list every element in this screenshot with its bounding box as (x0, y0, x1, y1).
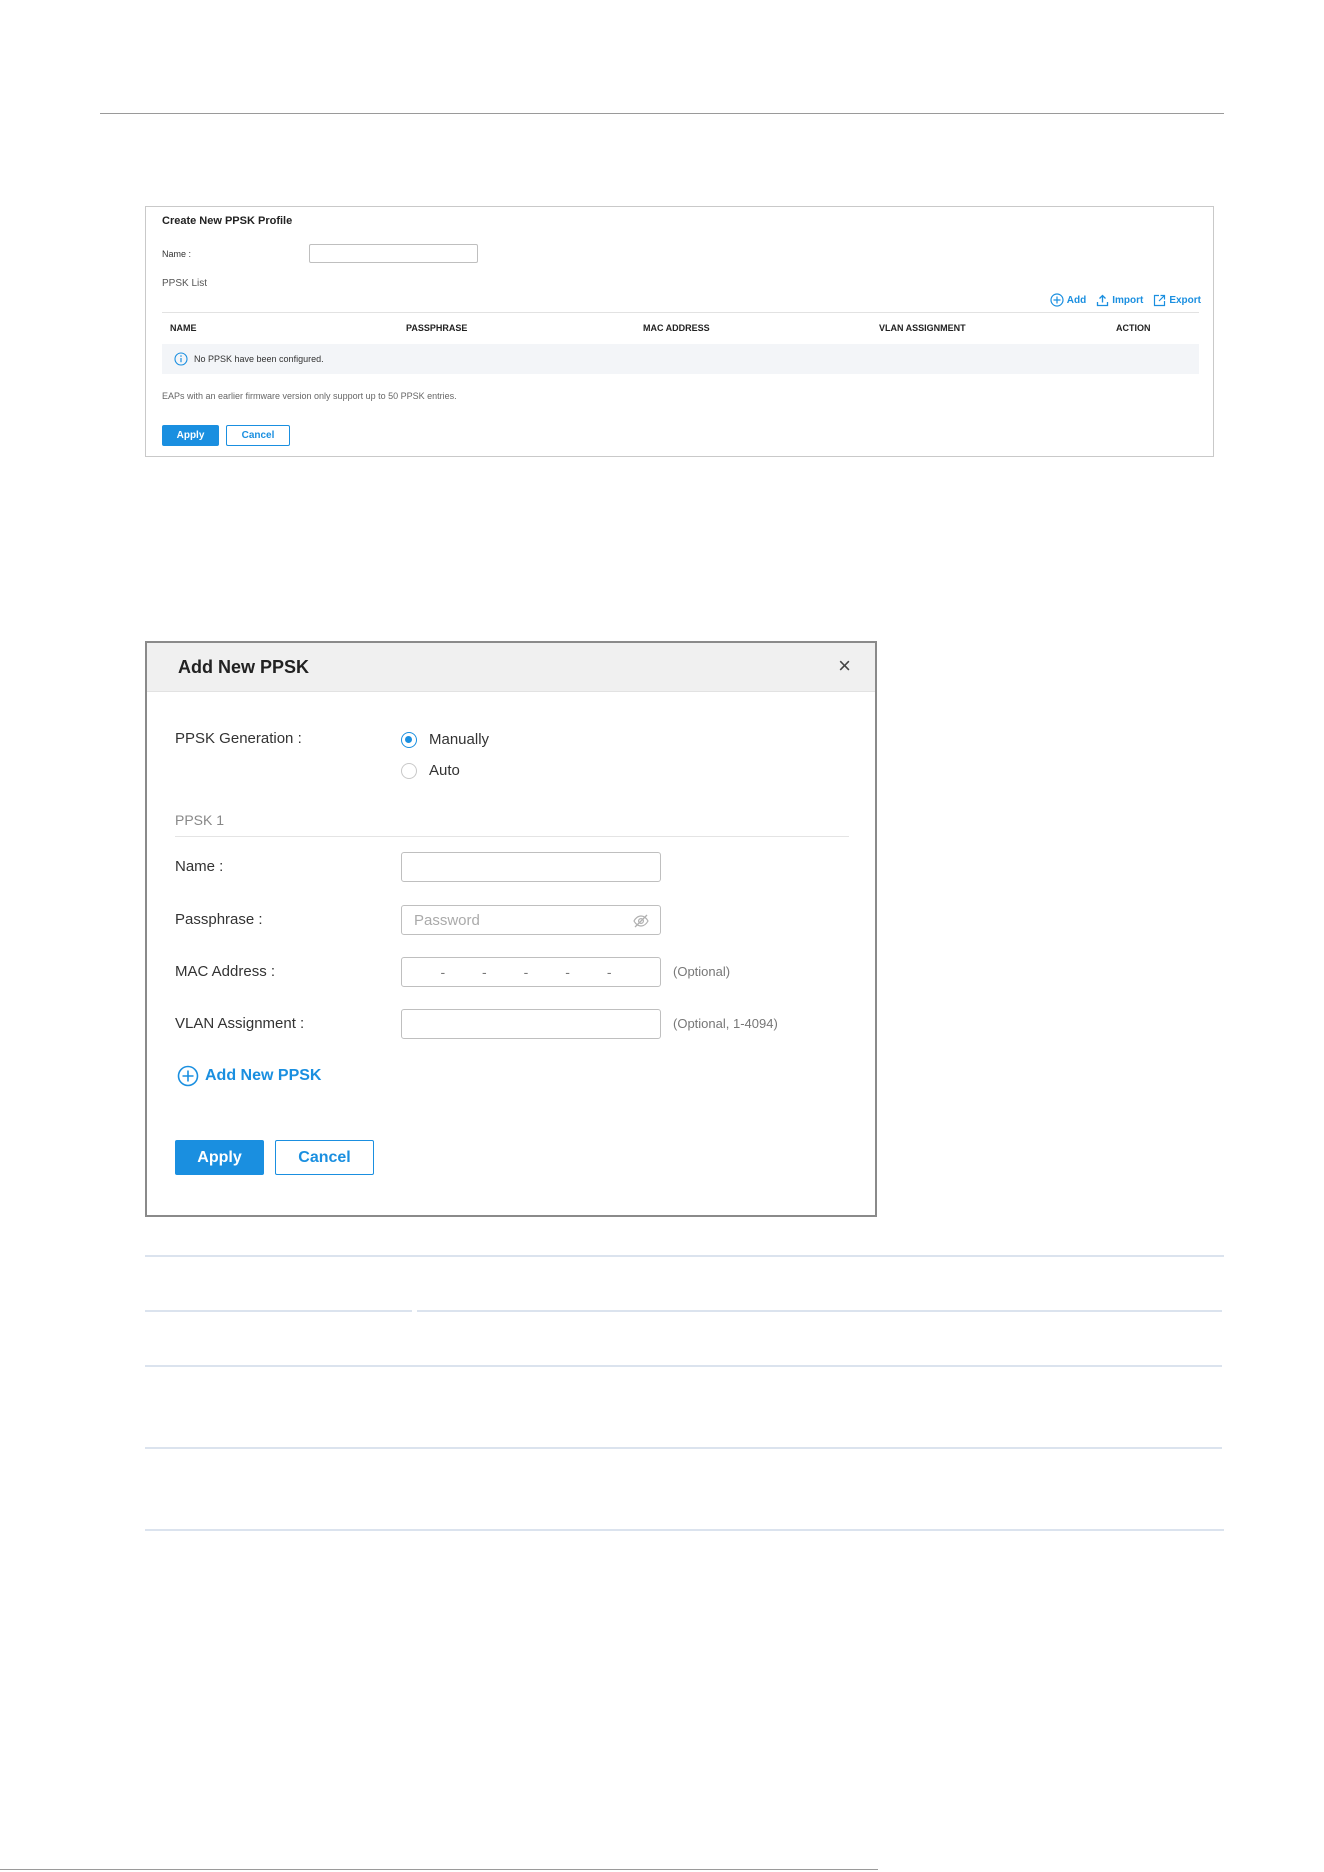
info-icon (174, 352, 188, 366)
table-rule (145, 1529, 1224, 1531)
mac-separator: - (606, 964, 612, 980)
column-header-name: NAME (170, 323, 197, 333)
table-rule (145, 1447, 1222, 1449)
mac-address-hint: (Optional) (673, 964, 731, 979)
mac-separator: - (565, 964, 570, 980)
radio-checked-icon (401, 731, 417, 748)
add-new-ppsk-link[interactable]: Add New PPSK (177, 1065, 321, 1087)
eye-off-icon[interactable] (632, 912, 650, 930)
table-rule (145, 1365, 1222, 1367)
section-divider (175, 836, 849, 837)
ppsk-generation-label: PPSK Generation : (175, 730, 302, 747)
vlan-assignment-input[interactable] (401, 1009, 661, 1039)
dialog-header: Add New PPSK × (147, 643, 875, 692)
add-new-ppsk-dialog: Add New PPSK × PPSK Generation : Manuall… (145, 641, 877, 1217)
ppsk-table-header: NAME PASSPHRASE MAC ADDRESS VLAN ASSIGNM… (162, 312, 1199, 340)
profile-name-label: Name : (162, 249, 192, 259)
column-header-vlan-assignment: VLAN ASSIGNMENT (879, 323, 966, 333)
table-rule (145, 1310, 412, 1312)
mac-separator: - (440, 964, 446, 980)
vlan-assignment-label: VLAN Assignment : (175, 1015, 305, 1032)
vlan-assignment-hint: (Optional, 1-4094) (673, 1016, 778, 1031)
ppsk-section-title: PPSK 1 (175, 812, 225, 828)
create-ppsk-profile-panel: Create New PPSK Profile Name : PPSK List… (145, 206, 1214, 457)
dialog-cancel-button[interactable]: Cancel (275, 1140, 374, 1175)
add-ppsk-button[interactable]: Add (1050, 293, 1086, 307)
add-circle-icon (1050, 293, 1064, 307)
passphrase-input[interactable]: Password (401, 905, 661, 935)
column-header-passphrase: PASSPHRASE (406, 323, 468, 333)
add-new-ppsk-label: Add New PPSK (205, 1067, 322, 1084)
add-label: Add (1066, 294, 1087, 306)
passphrase-label: Passphrase : (175, 911, 263, 928)
table-rule (145, 1255, 1224, 1257)
profile-name-input[interactable] (309, 244, 478, 263)
ppsk-name-label: Name : (175, 858, 224, 875)
bottom-rule (0, 1869, 878, 1870)
empty-table-row: No PPSK have been configured. (162, 344, 1199, 374)
radio-unchecked-icon (401, 762, 417, 779)
export-icon (1154, 294, 1166, 306)
passphrase-placeholder: Password (414, 911, 480, 929)
panel-title: Create New PPSK Profile (162, 215, 293, 227)
ppsk-list-actions: Add Import Export (1050, 293, 1201, 307)
top-rule (100, 113, 1224, 114)
export-label: Export (1169, 294, 1201, 306)
cancel-button[interactable]: Cancel (226, 425, 290, 446)
mac-address-label: MAC Address : (175, 963, 276, 980)
close-icon[interactable]: × (838, 655, 851, 677)
radio-manually[interactable]: Manually (401, 731, 489, 748)
dialog-title: Add New PPSK (178, 657, 310, 677)
mac-address-input[interactable]: - - - - - (401, 957, 661, 987)
column-header-action: ACTION (1116, 323, 1151, 333)
mac-separator: - (482, 964, 487, 980)
firmware-note: EAPs with an earlier firmware version on… (162, 391, 457, 401)
apply-button[interactable]: Apply (162, 425, 219, 446)
dialog-apply-button[interactable]: Apply (175, 1140, 264, 1175)
column-header-mac-address: MAC ADDRESS (643, 323, 710, 333)
add-circle-icon (177, 1065, 199, 1087)
ppsk-name-input[interactable] (401, 852, 661, 882)
empty-message: No PPSK have been configured. (194, 354, 324, 364)
table-rule (417, 1310, 1222, 1312)
radio-auto[interactable]: Auto (401, 762, 460, 779)
export-button[interactable]: Export (1153, 293, 1201, 307)
ppsk-list-label: PPSK List (162, 278, 208, 289)
upload-icon (1097, 294, 1109, 306)
import-button[interactable]: Import (1096, 293, 1143, 307)
import-label: Import (1112, 294, 1144, 306)
radio-auto-label: Auto (429, 762, 460, 779)
radio-manually-label: Manually (429, 731, 490, 748)
mac-separator: - (523, 964, 529, 980)
